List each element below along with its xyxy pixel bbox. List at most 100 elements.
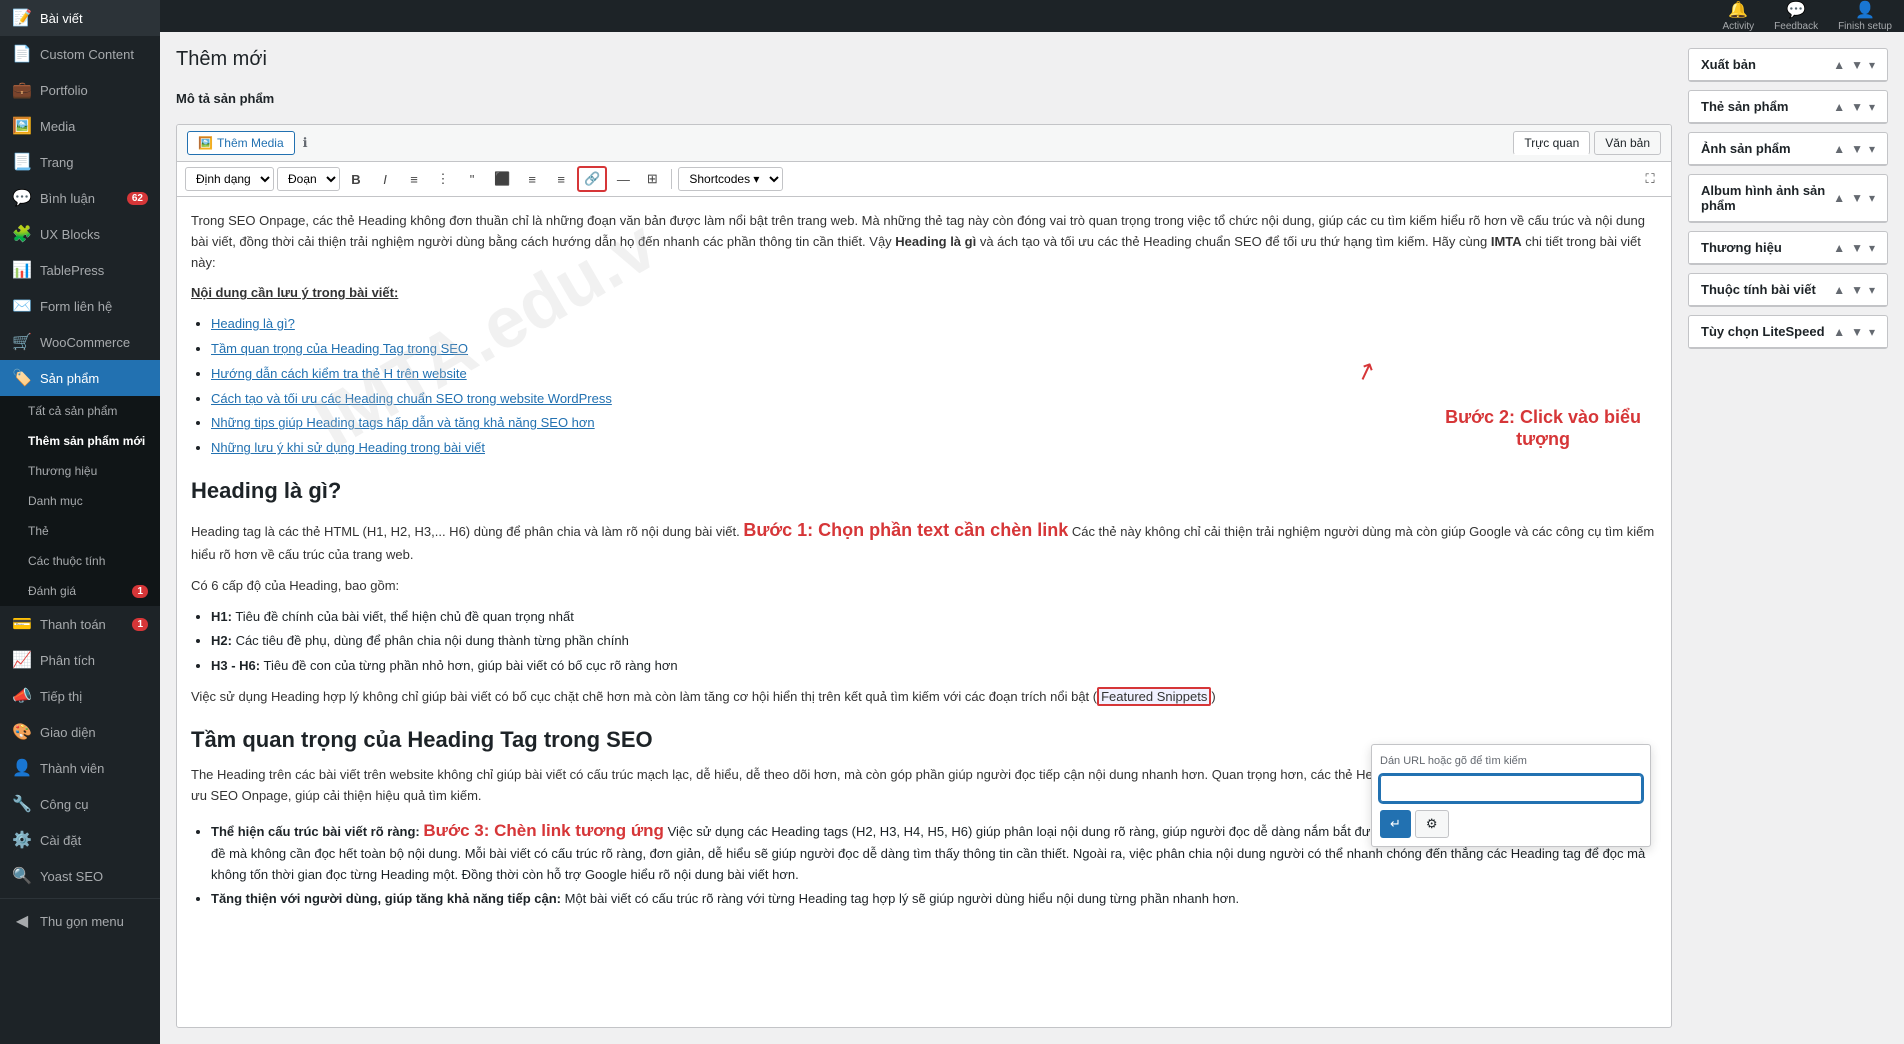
panel-controls-5: ▲ ▼ ▾ xyxy=(1833,241,1875,255)
toc-item-6[interactable]: Những lưu ý khi sử dụng Heading trong bà… xyxy=(211,440,485,455)
sidebar-item-pages[interactable]: 📃 Trang xyxy=(0,144,160,180)
align-left-button[interactable]: ⬛ xyxy=(488,167,516,191)
panel-ls-toggle[interactable]: ▾ xyxy=(1869,325,1875,339)
right-sidebar: Xuất bản ▲ ▼ ▾ Thẻ sản phẩm ▲ ▼ ▾ xyxy=(1688,48,1888,1028)
panel-tt-toggle[interactable]: ▾ xyxy=(1869,283,1875,297)
panel-the-down[interactable]: ▼ xyxy=(1851,100,1863,114)
bold-button[interactable]: B xyxy=(343,168,369,191)
submenu-them-moi[interactable]: Thêm sản phẩm mới xyxy=(0,426,160,456)
shortcodes-select[interactable]: Shortcodes ▾ xyxy=(678,167,783,191)
fullscreen-button[interactable]: ⛶ xyxy=(1637,167,1663,191)
link-settings-button[interactable]: ⚙ xyxy=(1415,810,1449,838)
panel-anh-toggle[interactable]: ▾ xyxy=(1869,142,1875,156)
panel-controls: ▲ ▼ ▾ xyxy=(1833,58,1875,72)
sidebar-item-cai-dat[interactable]: ⚙️ Cài đặt xyxy=(0,822,160,858)
sidebar-divider xyxy=(0,898,160,899)
link-button[interactable]: 🔗 xyxy=(577,166,607,192)
panel-anh-down[interactable]: ▼ xyxy=(1851,142,1863,156)
panel-th-down[interactable]: ▼ xyxy=(1851,241,1863,255)
paragraph-select[interactable]: Đoạn xyxy=(277,167,340,191)
toc-item-3[interactable]: Hướng dẫn cách kiểm tra thẻ H trên websi… xyxy=(211,366,467,381)
panel-the-san-pham-header[interactable]: Thẻ sản phẩm ▲ ▼ ▾ xyxy=(1689,91,1887,123)
panel-litespeed-header[interactable]: Tùy chọn LiteSpeed ▲ ▼ ▾ xyxy=(1689,316,1887,348)
panel-ls-down[interactable]: ▼ xyxy=(1851,325,1863,339)
blockquote-button[interactable]: " xyxy=(459,168,485,191)
submenu-cac-thuoc-tinh[interactable]: Các thuộc tính xyxy=(0,546,160,576)
submenu-tat-ca[interactable]: Tất cả sản phẩm xyxy=(0,396,160,426)
ordered-list-button[interactable]: ⋮ xyxy=(430,167,456,191)
tab-visual[interactable]: Trực quan xyxy=(1513,131,1590,155)
sidebar-item-san-pham[interactable]: 🏷️ Sản phẩm xyxy=(0,360,160,396)
featured-snippets-link[interactable]: Featured Snippets xyxy=(1097,687,1211,706)
add-media-button[interactable]: 🖼️ Thêm Media xyxy=(187,131,295,155)
panel-anh-san-pham-header[interactable]: Ảnh sản phẩm ▲ ▼ ▾ xyxy=(1689,133,1887,165)
para1: Trong SEO Onpage, các thẻ Heading không … xyxy=(191,211,1657,273)
sidebar-item-custom-content[interactable]: 📄 Custom Content xyxy=(0,36,160,72)
portfolio-icon: 💼 xyxy=(12,80,32,100)
finish-setup-button[interactable]: 👤 Finish setup xyxy=(1838,0,1892,32)
toc-item-2[interactable]: Tầm quan trọng của Heading Tag trong SEO xyxy=(211,341,468,356)
toc-item-5[interactable]: Những tips giúp Heading tags hấp dẫn và … xyxy=(211,415,595,430)
submenu-danh-muc[interactable]: Danh mục xyxy=(0,486,160,516)
link-url-input[interactable] xyxy=(1380,775,1642,802)
unordered-list-button[interactable]: ≡ xyxy=(401,168,427,191)
panel-xuat-ban-up[interactable]: ▲ xyxy=(1833,58,1845,72)
toc-item-4[interactable]: Cách tạo và tối ưu các Heading chuẩn SEO… xyxy=(211,391,612,406)
sidebar-item-giao-dien[interactable]: 🎨 Giao diện xyxy=(0,714,160,750)
submenu-danh-gia[interactable]: Đánh giá 1 xyxy=(0,576,160,606)
panel-thuoc-tinh-header[interactable]: Thuộc tính bài viết ▲ ▼ ▾ xyxy=(1689,274,1887,306)
table-button[interactable]: ⊞ xyxy=(639,167,665,191)
format-select[interactable]: Định dạng xyxy=(185,167,274,191)
panel-the-toggle[interactable]: ▾ xyxy=(1869,100,1875,114)
toolbar-divider xyxy=(671,169,672,189)
sidebar-item-comments[interactable]: 💬 Bình luận 62 xyxy=(0,180,160,216)
sidebar-item-portfolio[interactable]: 💼 Portfolio xyxy=(0,72,160,108)
panel-xuat-ban-header[interactable]: Xuất bản ▲ ▼ ▾ xyxy=(1689,49,1887,81)
align-right-button[interactable]: ≡ xyxy=(548,168,574,191)
panel-album-down[interactable]: ▼ xyxy=(1851,191,1863,205)
toc-heading: Nội dung cần lưu ý trong bài viết: xyxy=(191,283,1657,304)
sidebar-item-media[interactable]: 🖼️ Media xyxy=(0,108,160,144)
sidebar-item-woocommerce[interactable]: 🛒 WooCommerce xyxy=(0,324,160,360)
yoast-icon: 🔍 xyxy=(12,866,32,886)
sidebar-item-thu-gon[interactable]: ◀ Thu gọn menu xyxy=(0,903,160,939)
panel-thuong-hieu-header[interactable]: Thương hiệu ▲ ▼ ▾ xyxy=(1689,232,1887,264)
sidebar-item-cong-cu[interactable]: 🔧 Công cụ xyxy=(0,786,160,822)
editor-content[interactable]: IMTA.edu.v Trong SEO Onpage, các thẻ Hea… xyxy=(177,197,1671,1027)
panel-xuat-ban-down[interactable]: ▼ xyxy=(1851,58,1863,72)
activity-button[interactable]: 🔔 Activity xyxy=(1722,0,1754,32)
panel-anh-up[interactable]: ▲ xyxy=(1833,142,1845,156)
panel-the-up[interactable]: ▲ xyxy=(1833,100,1845,114)
tab-text[interactable]: Văn bản xyxy=(1594,131,1661,155)
panel-th-toggle[interactable]: ▾ xyxy=(1869,241,1875,255)
sidebar-item-form[interactable]: ✉️ Form liên hệ xyxy=(0,288,160,324)
link-apply-button[interactable]: ↵ xyxy=(1380,810,1411,838)
submenu-the[interactable]: Thẻ xyxy=(0,516,160,546)
panel-xuat-ban-toggle[interactable]: ▾ xyxy=(1869,58,1875,72)
panel-th-up[interactable]: ▲ xyxy=(1833,241,1845,255)
feedback-button[interactable]: 💬 Feedback xyxy=(1774,0,1818,32)
panel-tt-up[interactable]: ▲ xyxy=(1833,283,1845,297)
sidebar-item-tablepress[interactable]: 📊 TablePress xyxy=(0,252,160,288)
toc-item-1[interactable]: Heading là gì? xyxy=(211,316,295,331)
sidebar-item-posts[interactable]: 📝 Bài viết xyxy=(0,0,160,36)
sidebar-item-tiep-thi[interactable]: 📣 Tiếp thị xyxy=(0,678,160,714)
sidebar-item-yoast[interactable]: 🔍 Yoast SEO xyxy=(0,858,160,894)
sidebar-item-ux-blocks[interactable]: 🧩 UX Blocks xyxy=(0,216,160,252)
sidebar-item-thanh-vien[interactable]: 👤 Thành viên xyxy=(0,750,160,786)
submenu-label-them-moi: Thêm sản phẩm mới xyxy=(28,434,145,448)
italic-button[interactable]: I xyxy=(372,168,398,191)
panel-ls-up[interactable]: ▲ xyxy=(1833,325,1845,339)
sidebar-item-thanh-toan[interactable]: 💳 Thanh toán 1 xyxy=(0,606,160,642)
topbar: 🔔 Activity 💬 Feedback 👤 Finish setup xyxy=(160,0,1904,32)
para2: Heading tag là các thẻ HTML (H1, H2, H3,… xyxy=(191,516,1657,566)
hr-button[interactable]: — xyxy=(610,168,636,191)
sidebar-item-phan-tich[interactable]: 📈 Phân tích xyxy=(0,642,160,678)
submenu-thuong-hieu[interactable]: Thương hiệu xyxy=(0,456,160,486)
align-center-button[interactable]: ≡ xyxy=(519,168,545,191)
panel-album-toggle[interactable]: ▾ xyxy=(1869,191,1875,205)
panel-album-header[interactable]: Album hình ảnh sản phẩm ▲ ▼ ▾ xyxy=(1689,175,1887,222)
activity-icon: 🔔 xyxy=(1728,0,1748,20)
panel-tt-down[interactable]: ▼ xyxy=(1851,283,1863,297)
panel-album-up[interactable]: ▲ xyxy=(1833,191,1845,205)
